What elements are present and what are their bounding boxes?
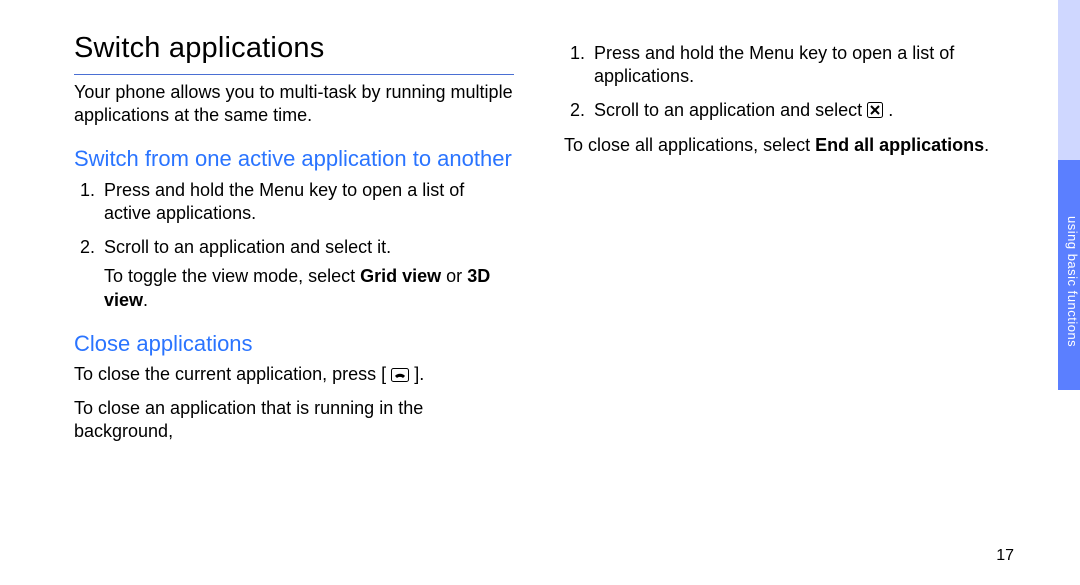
text-fragment: or [441,266,467,286]
switch-step-2-sub: To toggle the view mode, select Grid vie… [104,265,514,312]
right-column: Press and hold the Menu key to open a li… [564,28,1004,452]
section-title: Switch applications [74,28,514,75]
bold-end-all: End all applications [815,135,984,155]
switch-step-1: Press and hold the Menu key to open a li… [100,179,514,226]
close-x-icon [867,101,883,124]
left-column: Switch applications Your phone allows yo… [74,28,514,452]
end-call-icon [391,365,409,388]
close-steps-list: Press and hold the Menu key to open a li… [564,42,1004,124]
text-fragment: . [143,290,148,310]
text-fragment: Scroll to an application and select [594,100,867,120]
side-tab-spacer [1058,0,1080,160]
close-step-2: Scroll to an application and select . [590,99,1004,124]
content-columns: Switch applications Your phone allows yo… [74,28,1014,452]
text-fragment: To close all applications, select [564,135,815,155]
manual-page: using basic functions Switch application… [0,0,1080,585]
close-background-text: To close an application that is running … [74,397,514,444]
close-step-1: Press and hold the Menu key to open a li… [590,42,1004,89]
text-fragment: . [984,135,989,155]
switch-steps-list: Press and hold the Menu key to open a li… [74,179,514,312]
text-fragment: . [888,100,893,120]
text-fragment: ]. [414,364,424,384]
close-current-text: To close the current application, press … [74,363,514,388]
text-fragment: To toggle the view mode, select [104,266,360,286]
intro-text: Your phone allows you to multi-task by r… [74,81,514,128]
switch-step-2: Scroll to an application and select it. … [100,236,514,312]
switch-step-2-main: Scroll to an application and select it. [104,237,391,257]
text-fragment: To close the current application, press … [74,364,386,384]
side-tab-label: using basic functions [1058,160,1080,390]
page-number: 17 [996,547,1014,565]
subhead-switch: Switch from one active application to an… [74,145,514,173]
subhead-close: Close applications [74,330,514,358]
close-all-text: To close all applications, select End al… [564,134,1004,157]
bold-grid-view: Grid view [360,266,441,286]
